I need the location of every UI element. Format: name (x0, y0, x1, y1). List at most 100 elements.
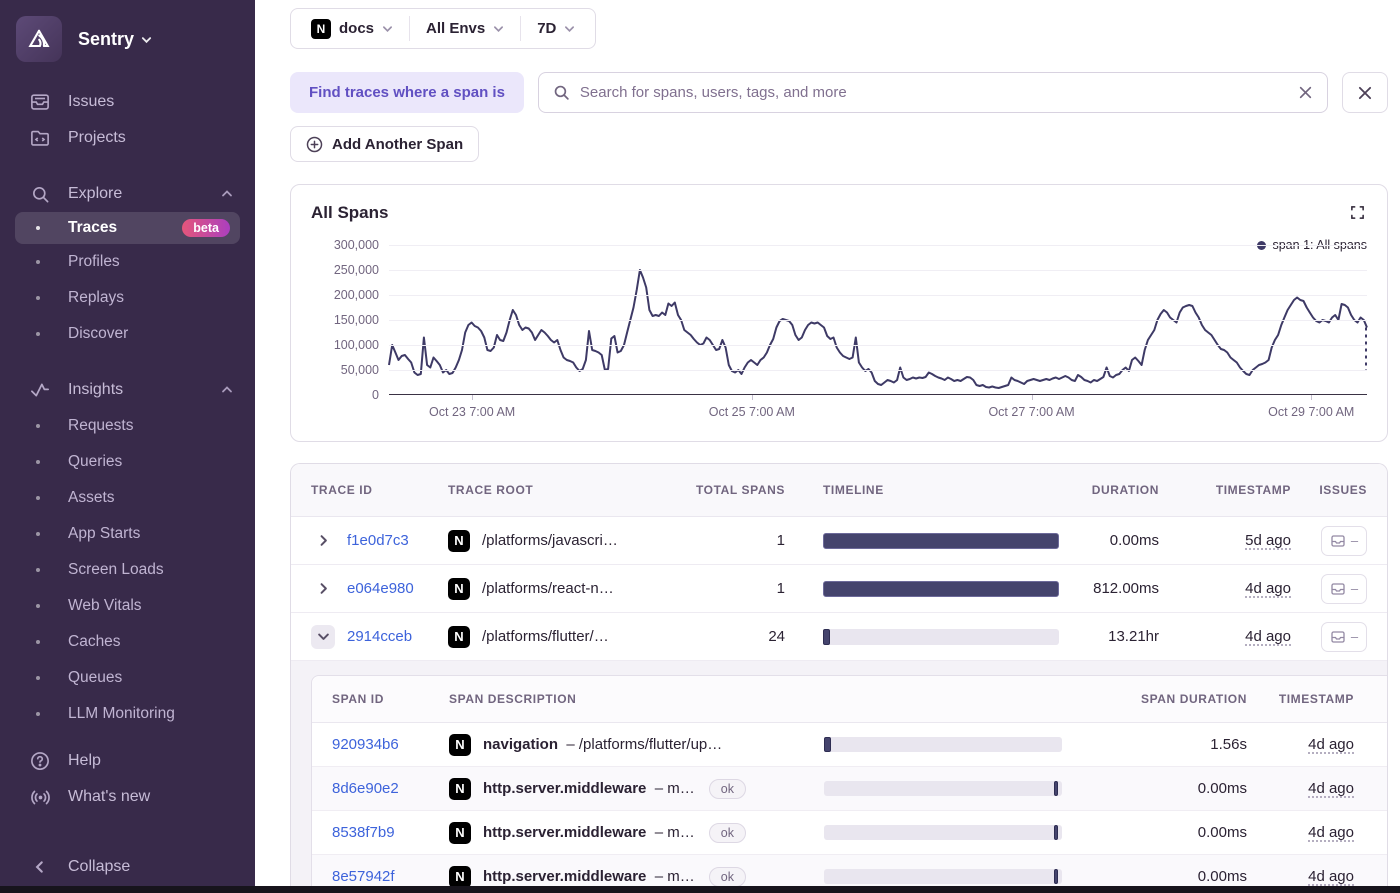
x-axis-tick (751, 395, 753, 400)
chart-y-axis: 300,000 250,000 200,000 150,000 100,000 50,00… (311, 238, 389, 402)
total-spans-value: 1 (776, 532, 785, 549)
y-axis-tick-label: 200,000 (333, 288, 379, 302)
sidebar-item-what-s-new[interactable]: What's new (0, 779, 255, 815)
sidebar-item-discover[interactable]: Discover (0, 316, 255, 352)
expand-row-chevron-icon[interactable] (311, 624, 335, 649)
sidebar-item-projects[interactable]: Projects (0, 120, 255, 156)
environment-selector[interactable]: All Envs (409, 16, 520, 41)
issues-icon (1331, 534, 1345, 547)
y-axis-tick-label: 250,000 (333, 263, 379, 277)
sidebar-item-label: Profiles (68, 253, 120, 270)
timestamp-link[interactable]: 4d ago (1308, 780, 1354, 797)
duration-value: 13.21hr (1108, 628, 1159, 645)
sidebar-section-insights[interactable]: Insights (0, 372, 255, 408)
issues-dash: – (1350, 629, 1359, 644)
timestamp-link[interactable]: 4d ago (1308, 824, 1354, 841)
sidebar-item-label: Projects (68, 129, 126, 146)
issues-dash: – (1350, 533, 1359, 548)
search-icon (28, 185, 52, 204)
sidebar-item-assets[interactable]: Assets (0, 480, 255, 516)
col-span-id: SPAN ID (332, 692, 384, 706)
page-filter-bar: N docs All Envs 7D (290, 8, 597, 49)
trace-id-link[interactable]: f1e0d7c3 (347, 532, 409, 549)
sidebar-item-llm-monitoring[interactable]: LLM Monitoring (0, 696, 255, 732)
x-axis-tick-label: Oct 23 7:00 AM (429, 405, 516, 419)
bullet-icon (36, 712, 40, 716)
trace-root: /platforms/javascri… (482, 532, 618, 549)
trace-id-link[interactable]: 2914cceb (347, 628, 412, 645)
issues-icon (1331, 582, 1345, 595)
timestamp-link[interactable]: 5d ago (1245, 532, 1291, 549)
col-span-duration: SPAN DURATION (1140, 692, 1247, 706)
timestamp-link[interactable]: 4d ago (1245, 628, 1291, 645)
timeline-bar (823, 580, 1059, 597)
status-badge: ok (708, 822, 746, 843)
span-timeline-bar (824, 737, 1062, 752)
trace-id-link[interactable]: e064e980 (347, 580, 414, 597)
date-range-selector[interactable]: 7D (520, 16, 591, 41)
sidebar-item-requests[interactable]: Requests (0, 408, 255, 444)
sidebar-item-issues[interactable]: Issues (0, 84, 255, 120)
span-timeline-cell (804, 781, 1062, 796)
org-switcher[interactable]: Sentry (0, 16, 255, 62)
sidebar-item-help[interactable]: Help (0, 743, 255, 779)
issues-dash: – (1350, 581, 1359, 596)
sidebar-item-screen-loads[interactable]: Screen Loads (0, 552, 255, 588)
sidebar-item-queries[interactable]: Queries (0, 444, 255, 480)
add-another-span-button[interactable]: Add Another Span (290, 126, 480, 162)
sidebar-item-profiles[interactable]: Profiles (0, 244, 255, 280)
bullet-icon (36, 260, 40, 264)
sidebar-item-caches[interactable]: Caches (0, 624, 255, 660)
timestamp-link[interactable]: 4d ago (1308, 736, 1354, 753)
span-id-link[interactable]: 8d6e90e2 (332, 780, 399, 797)
span-duration-value: 1.56s (1210, 736, 1247, 753)
sidebar-section-explore[interactable]: Explore (0, 176, 255, 212)
bullet-icon (36, 604, 40, 608)
timestamp-link[interactable]: 4d ago (1308, 868, 1354, 885)
expand-chart-icon[interactable] (1348, 203, 1367, 222)
sidebar-collapse-button[interactable]: Collapse (0, 849, 255, 885)
col-issues: ISSUES (1319, 483, 1367, 497)
timestamp-link[interactable]: 4d ago (1245, 580, 1291, 597)
gridline (389, 269, 1367, 271)
clear-search-icon[interactable] (1298, 85, 1313, 100)
issues-button[interactable]: – (1321, 573, 1367, 604)
nextjs-project-icon: N (449, 821, 471, 844)
issues-button[interactable]: – (1321, 525, 1367, 556)
span-id-link[interactable]: 8e57942f (332, 868, 395, 885)
chevron-down-icon (493, 23, 504, 34)
span-id-link[interactable]: 920934b6 (332, 736, 399, 753)
span-detail: – m… (654, 824, 695, 841)
span-search-input[interactable] (579, 84, 1288, 101)
chart-plot: span 1: All spans (388, 238, 1368, 395)
nextjs-project-icon: N (311, 18, 331, 39)
sidebar-item-label: App Starts (68, 525, 141, 542)
sidebar-item-traces[interactable]: Traces beta (15, 212, 240, 244)
remove-span-condition-button[interactable] (1342, 72, 1388, 113)
col-timestamp: TIMESTAMP (1215, 483, 1291, 497)
sidebar-item-queues[interactable]: Queues (0, 660, 255, 696)
expand-row-chevron-icon[interactable] (311, 577, 335, 601)
table-row: 2914cceb N /platforms/flutter/… 24 13.21… (291, 613, 1387, 661)
issues-button[interactable]: – (1321, 621, 1367, 652)
nextjs-project-icon: N (449, 777, 471, 800)
sidebar-item-replays[interactable]: Replays (0, 280, 255, 316)
span-query-label: Find traces where a span is (290, 72, 524, 113)
gridline (389, 294, 1367, 296)
span-id-link[interactable]: 8538f7b9 (332, 824, 395, 841)
traces-table: TRACE ID TRACE ROOT TOTAL SPANS TIMELINE… (290, 463, 1388, 893)
span-timeline-cell (804, 869, 1062, 884)
sidebar-item-app-starts[interactable]: App Starts (0, 516, 255, 552)
search-icon (553, 84, 570, 101)
issues-icon (1331, 630, 1345, 643)
col-span-description: SPAN DESCRIPTION (449, 692, 577, 706)
col-duration: DURATION (1091, 483, 1159, 497)
sidebar-item-web-vitals[interactable]: Web Vitals (0, 588, 255, 624)
chevron-left-icon (28, 860, 52, 874)
span-duration-value: 0.00ms (1197, 824, 1247, 841)
col-trace-root: TRACE ROOT (448, 483, 534, 497)
project-selector[interactable]: N docs (295, 16, 409, 41)
span-timeline-cell (804, 737, 1062, 752)
expand-row-chevron-icon[interactable] (311, 529, 335, 553)
col-span-timestamp: TIMESTAMP (1278, 692, 1354, 706)
